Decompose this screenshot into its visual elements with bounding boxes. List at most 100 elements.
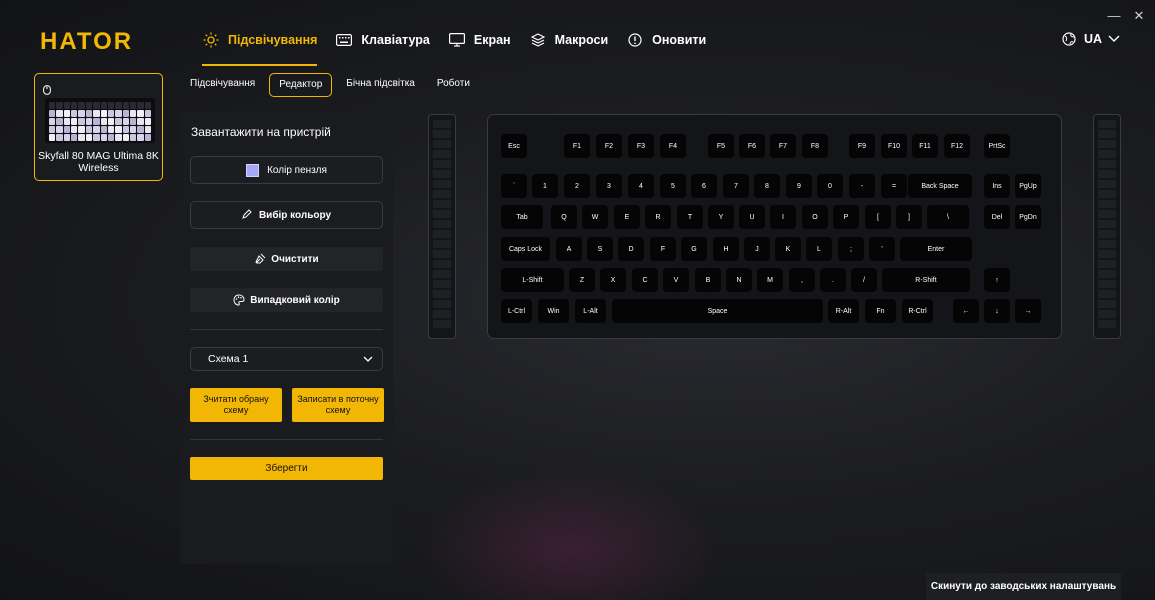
key-j[interactable]: J xyxy=(744,237,770,261)
pick-color-button[interactable]: Вибір кольору xyxy=(190,201,383,229)
key-caps-lock[interactable]: Caps Lock xyxy=(501,237,550,261)
side-light-segment[interactable] xyxy=(1098,190,1116,198)
side-light-segment[interactable] xyxy=(433,130,451,138)
key-y[interactable]: Y xyxy=(708,205,734,229)
key-f6[interactable]: F6 xyxy=(739,134,765,158)
key-z[interactable]: Z xyxy=(569,268,595,292)
side-light-segment[interactable] xyxy=(433,180,451,188)
key-sym[interactable]: ↓ xyxy=(984,299,1010,323)
reset-factory-button[interactable]: Скинути до заводських налаштувань xyxy=(926,573,1121,600)
key-m[interactable]: M xyxy=(757,268,783,292)
key-f11[interactable]: F11 xyxy=(912,134,938,158)
nav-item-keyboard[interactable]: Клавіатура xyxy=(335,26,430,54)
side-light-segment[interactable] xyxy=(433,250,451,258)
side-light-segment[interactable] xyxy=(433,160,451,168)
key-sym[interactable]: [ xyxy=(865,205,891,229)
side-light-segment[interactable] xyxy=(1098,230,1116,238)
side-light-segment[interactable] xyxy=(433,200,451,208)
side-light-strip-left[interactable] xyxy=(428,114,456,339)
side-light-segment[interactable] xyxy=(1098,180,1116,188)
nav-item-macros[interactable]: Макроси xyxy=(529,26,608,54)
key-sym[interactable]: = xyxy=(881,174,907,198)
key-sym[interactable]: ] xyxy=(896,205,922,229)
side-light-segment[interactable] xyxy=(1098,130,1116,138)
key-e[interactable]: E xyxy=(614,205,640,229)
key-k[interactable]: K xyxy=(775,237,801,261)
write-scheme-button[interactable]: Записати в поточну схему xyxy=(292,388,384,422)
side-light-segment[interactable] xyxy=(1098,150,1116,158)
nav-item-update[interactable]: Оновити xyxy=(626,26,706,54)
side-light-segment[interactable] xyxy=(1098,290,1116,298)
key-f[interactable]: F xyxy=(650,237,676,261)
key-5[interactable]: 5 xyxy=(660,174,686,198)
key-t[interactable]: T xyxy=(677,205,703,229)
key-del[interactable]: Del xyxy=(984,205,1010,229)
key-r-shift[interactable]: R-Shift xyxy=(882,268,970,292)
key-f9[interactable]: F9 xyxy=(849,134,875,158)
scheme-select[interactable]: Схема 1 xyxy=(190,347,383,371)
side-light-segment[interactable] xyxy=(433,210,451,218)
key-s[interactable]: S xyxy=(587,237,613,261)
key-v[interactable]: V xyxy=(663,268,689,292)
key-7[interactable]: 7 xyxy=(723,174,749,198)
key-q[interactable]: Q xyxy=(551,205,577,229)
side-light-segment[interactable] xyxy=(433,240,451,248)
key-sym[interactable]: ← xyxy=(953,299,979,323)
key-9[interactable]: 9 xyxy=(786,174,812,198)
key-u[interactable]: U xyxy=(739,205,765,229)
key-p[interactable]: P xyxy=(833,205,859,229)
subtab-editor[interactable]: Редактор xyxy=(269,73,333,97)
key-r-alt[interactable]: R-Alt xyxy=(828,299,859,323)
side-light-segment[interactable] xyxy=(433,150,451,158)
side-light-segment[interactable] xyxy=(433,320,451,328)
side-light-strip-right[interactable] xyxy=(1093,114,1121,339)
side-light-segment[interactable] xyxy=(433,270,451,278)
key-g[interactable]: G xyxy=(681,237,707,261)
nav-item-lighting[interactable]: Підсвічування xyxy=(202,26,318,66)
device-card[interactable]: Skyfall 80 MAG Ultima 8K Wireless xyxy=(34,73,163,181)
side-light-segment[interactable] xyxy=(1098,270,1116,278)
side-light-segment[interactable] xyxy=(433,170,451,178)
clear-button[interactable]: Очистити xyxy=(190,247,383,271)
subtab-works[interactable]: Роботи xyxy=(429,73,478,97)
side-light-segment[interactable] xyxy=(1098,240,1116,248)
key-f7[interactable]: F7 xyxy=(770,134,796,158)
key-sym[interactable]: / xyxy=(851,268,877,292)
key-fn[interactable]: Fn xyxy=(865,299,896,323)
side-light-segment[interactable] xyxy=(1098,250,1116,258)
close-button[interactable]: ✕ xyxy=(1131,8,1147,24)
key-l-ctrl[interactable]: L-Ctrl xyxy=(501,299,532,323)
side-light-segment[interactable] xyxy=(433,220,451,228)
read-scheme-button[interactable]: Зчитати обрану схему xyxy=(190,388,282,422)
side-light-segment[interactable] xyxy=(1098,170,1116,178)
subtab-side-lighting[interactable]: Бічна підсвітка xyxy=(338,73,423,97)
side-light-segment[interactable] xyxy=(433,140,451,148)
key-r[interactable]: R xyxy=(645,205,671,229)
side-light-segment[interactable] xyxy=(1098,140,1116,148)
key-sym[interactable]: \ xyxy=(927,205,969,229)
side-light-segment[interactable] xyxy=(433,120,451,128)
key-sym[interactable]: - xyxy=(849,174,875,198)
key-0[interactable]: 0 xyxy=(817,174,843,198)
key-l-shift[interactable]: L-Shift xyxy=(501,268,564,292)
side-light-segment[interactable] xyxy=(1098,160,1116,168)
key-enter[interactable]: Enter xyxy=(900,237,972,261)
key-2[interactable]: 2 xyxy=(564,174,590,198)
key-l[interactable]: L xyxy=(806,237,832,261)
key-sym[interactable]: ' xyxy=(869,237,895,261)
key-4[interactable]: 4 xyxy=(628,174,654,198)
key-f8[interactable]: F8 xyxy=(802,134,828,158)
key-sym[interactable]: ` xyxy=(501,174,527,198)
key-f3[interactable]: F3 xyxy=(628,134,654,158)
key-esc[interactable]: Esc xyxy=(501,134,527,158)
key-tab[interactable]: Tab xyxy=(501,205,543,229)
key-f2[interactable]: F2 xyxy=(596,134,622,158)
key-o[interactable]: O xyxy=(802,205,828,229)
side-light-segment[interactable] xyxy=(433,190,451,198)
key-f4[interactable]: F4 xyxy=(660,134,686,158)
key-sym[interactable]: ; xyxy=(838,237,864,261)
key-f10[interactable]: F10 xyxy=(881,134,907,158)
nav-item-screen[interactable]: Екран xyxy=(448,26,511,54)
key-space[interactable]: Space xyxy=(612,299,823,323)
side-light-segment[interactable] xyxy=(1098,220,1116,228)
